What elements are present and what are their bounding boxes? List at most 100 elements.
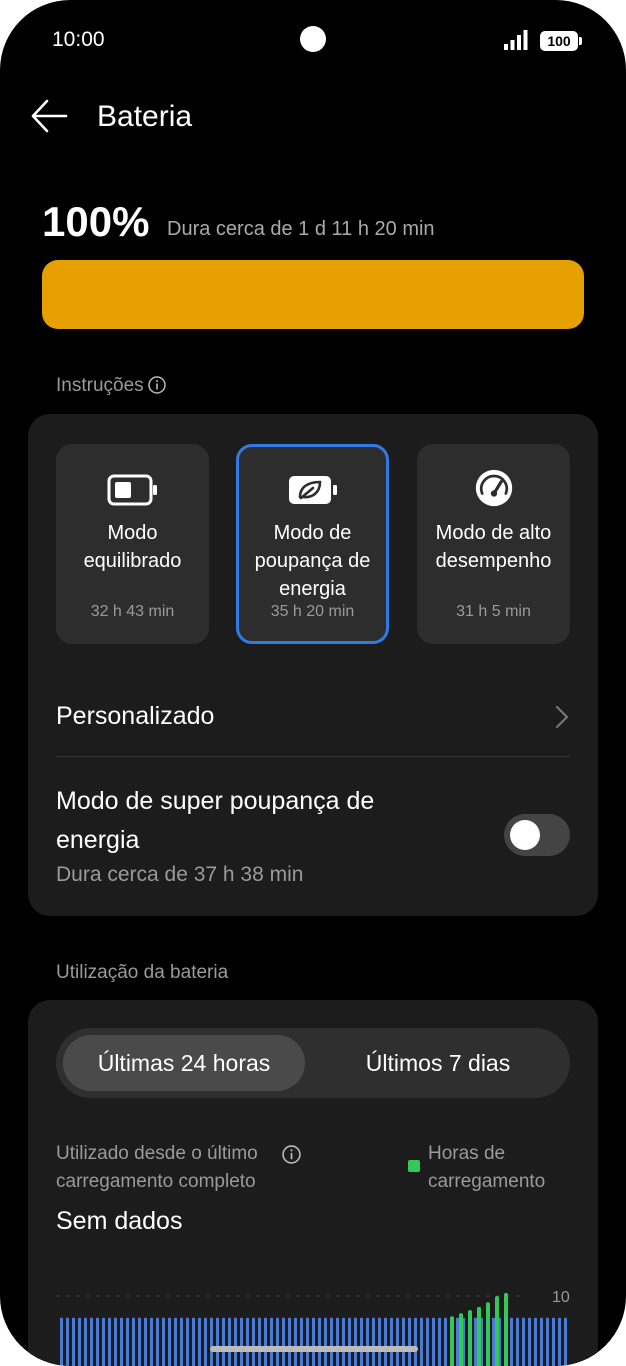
usage-bar [414,1317,417,1366]
usage-bar [132,1317,135,1366]
battery-leaf-icon [288,476,337,504]
usage-bar [84,1317,87,1366]
usage-bar [540,1317,543,1366]
no-data-text: Sem dados [56,1207,183,1235]
mode-high-performance[interactable]: Modo de alto desempenho 31 h 5 min [417,444,570,644]
super-saver-title: Modo de super poupança de energia [56,787,375,854]
usage-bar [252,1317,255,1366]
app-header: Bateria [30,96,596,140]
battery-duration: Dura cerca de 1 d 11 h 20 min [167,218,435,240]
tab-last-24h[interactable]: Últimas 24 horas [63,1035,305,1091]
usage-bar [510,1317,513,1366]
usage-bar [66,1317,69,1366]
chevron-right-icon[interactable] [554,704,570,730]
usage-since-text: Utilizado desde o último carregamento co… [56,1143,258,1192]
usage-bar [264,1317,267,1366]
back-arrow-icon[interactable] [30,98,68,134]
usage-bar [216,1317,219,1366]
usage-bar [330,1317,333,1366]
usage-bar [294,1317,297,1366]
home-indicator[interactable] [210,1346,418,1352]
battery-level-bar [42,260,584,329]
info-icon[interactable] [147,376,166,394]
instructions-label[interactable]: Instruções [56,375,166,397]
usage-bar [318,1317,321,1366]
modes-card: Modo equilibrado 32 h 43 min Modo de pou… [28,414,598,916]
usage-bar [288,1317,291,1366]
usage-bar [210,1317,213,1366]
charging-bar [468,1310,472,1366]
usage-bar [366,1317,369,1366]
usage-bar [144,1317,147,1366]
custom-mode-row[interactable]: Personalizado [56,702,214,731]
usage-bar [276,1317,279,1366]
super-saver-toggle[interactable] [504,814,570,856]
usage-bar [228,1317,231,1366]
usage-bar [204,1317,207,1366]
tab-last-7d[interactable]: Últimos 7 dias [314,1035,562,1091]
speedometer-icon [475,469,512,507]
usage-bar [426,1317,429,1366]
usage-bar [198,1317,201,1366]
usage-bar [564,1317,567,1366]
usage-bar [162,1317,165,1366]
signal-icon [504,30,528,50]
usage-bar [528,1317,531,1366]
status-bar: 10:00 100 [52,26,582,56]
usage-bar [312,1317,315,1366]
usage-bar [234,1317,237,1366]
phone-screen: 10:00 100 Bateria 100% Dura cerca de 1 d… [0,0,626,1366]
usage-bar [78,1317,81,1366]
usage-bar [96,1317,99,1366]
charging-bar [459,1313,463,1366]
y-axis-max-label: 100% [552,1289,570,1306]
usage-bar [336,1317,339,1366]
usage-bar [432,1317,435,1366]
mode-balanced[interactable]: Modo equilibrado 32 h 43 min [56,444,209,644]
usage-bar [192,1317,195,1366]
mode-name: Modo de alto desempenho [435,522,552,572]
usage-bar [60,1317,63,1366]
usage-bar [408,1317,411,1366]
usage-bar [516,1317,519,1366]
front-camera [300,26,326,52]
usage-bar [552,1317,555,1366]
usage-bar [174,1317,177,1366]
status-time: 10:00 [52,28,105,51]
mode-name: Modo de poupança de energia [254,522,371,600]
usage-bar [438,1317,441,1366]
usage-bar [444,1317,447,1366]
divider [56,756,570,757]
usage-bar [180,1317,183,1366]
usage-bar [90,1317,93,1366]
usage-bar [372,1317,375,1366]
mode-name: Modo equilibrado [83,522,182,572]
charging-bar [504,1292,508,1366]
usage-bar [72,1317,75,1366]
charging-bar [450,1316,454,1366]
usage-bar [456,1317,459,1366]
usage-bar [396,1317,399,1366]
legend-charging-swatch [408,1160,420,1172]
mode-time: 35 h 20 min [270,603,355,620]
usage-bar [126,1317,129,1366]
charging-bar [486,1302,490,1366]
usage-bar [534,1317,537,1366]
instructions-text: Instruções [56,375,144,396]
super-saver-subtitle: Dura cerca de 37 h 38 min [56,863,304,886]
usage-chart: 100% [56,1289,570,1366]
usage-bar [102,1317,105,1366]
usage-label: Utilização da bateria [56,962,229,983]
period-tabs: Últimas 24 horas Últimos 7 dias [56,1028,570,1098]
battery-percent: 100% [42,198,150,245]
mode-time: 32 h 43 min [90,603,175,620]
usage-bar [222,1317,225,1366]
usage-bar [114,1317,117,1366]
usage-bar [306,1317,309,1366]
usage-bar [342,1317,345,1366]
usage-bar [360,1317,363,1366]
usage-bar [492,1317,495,1366]
page-title: Bateria [97,100,193,133]
mode-power-saving[interactable]: Modo de poupança de energia 35 h 20 min [236,444,389,644]
info-icon[interactable] [282,1145,301,1164]
